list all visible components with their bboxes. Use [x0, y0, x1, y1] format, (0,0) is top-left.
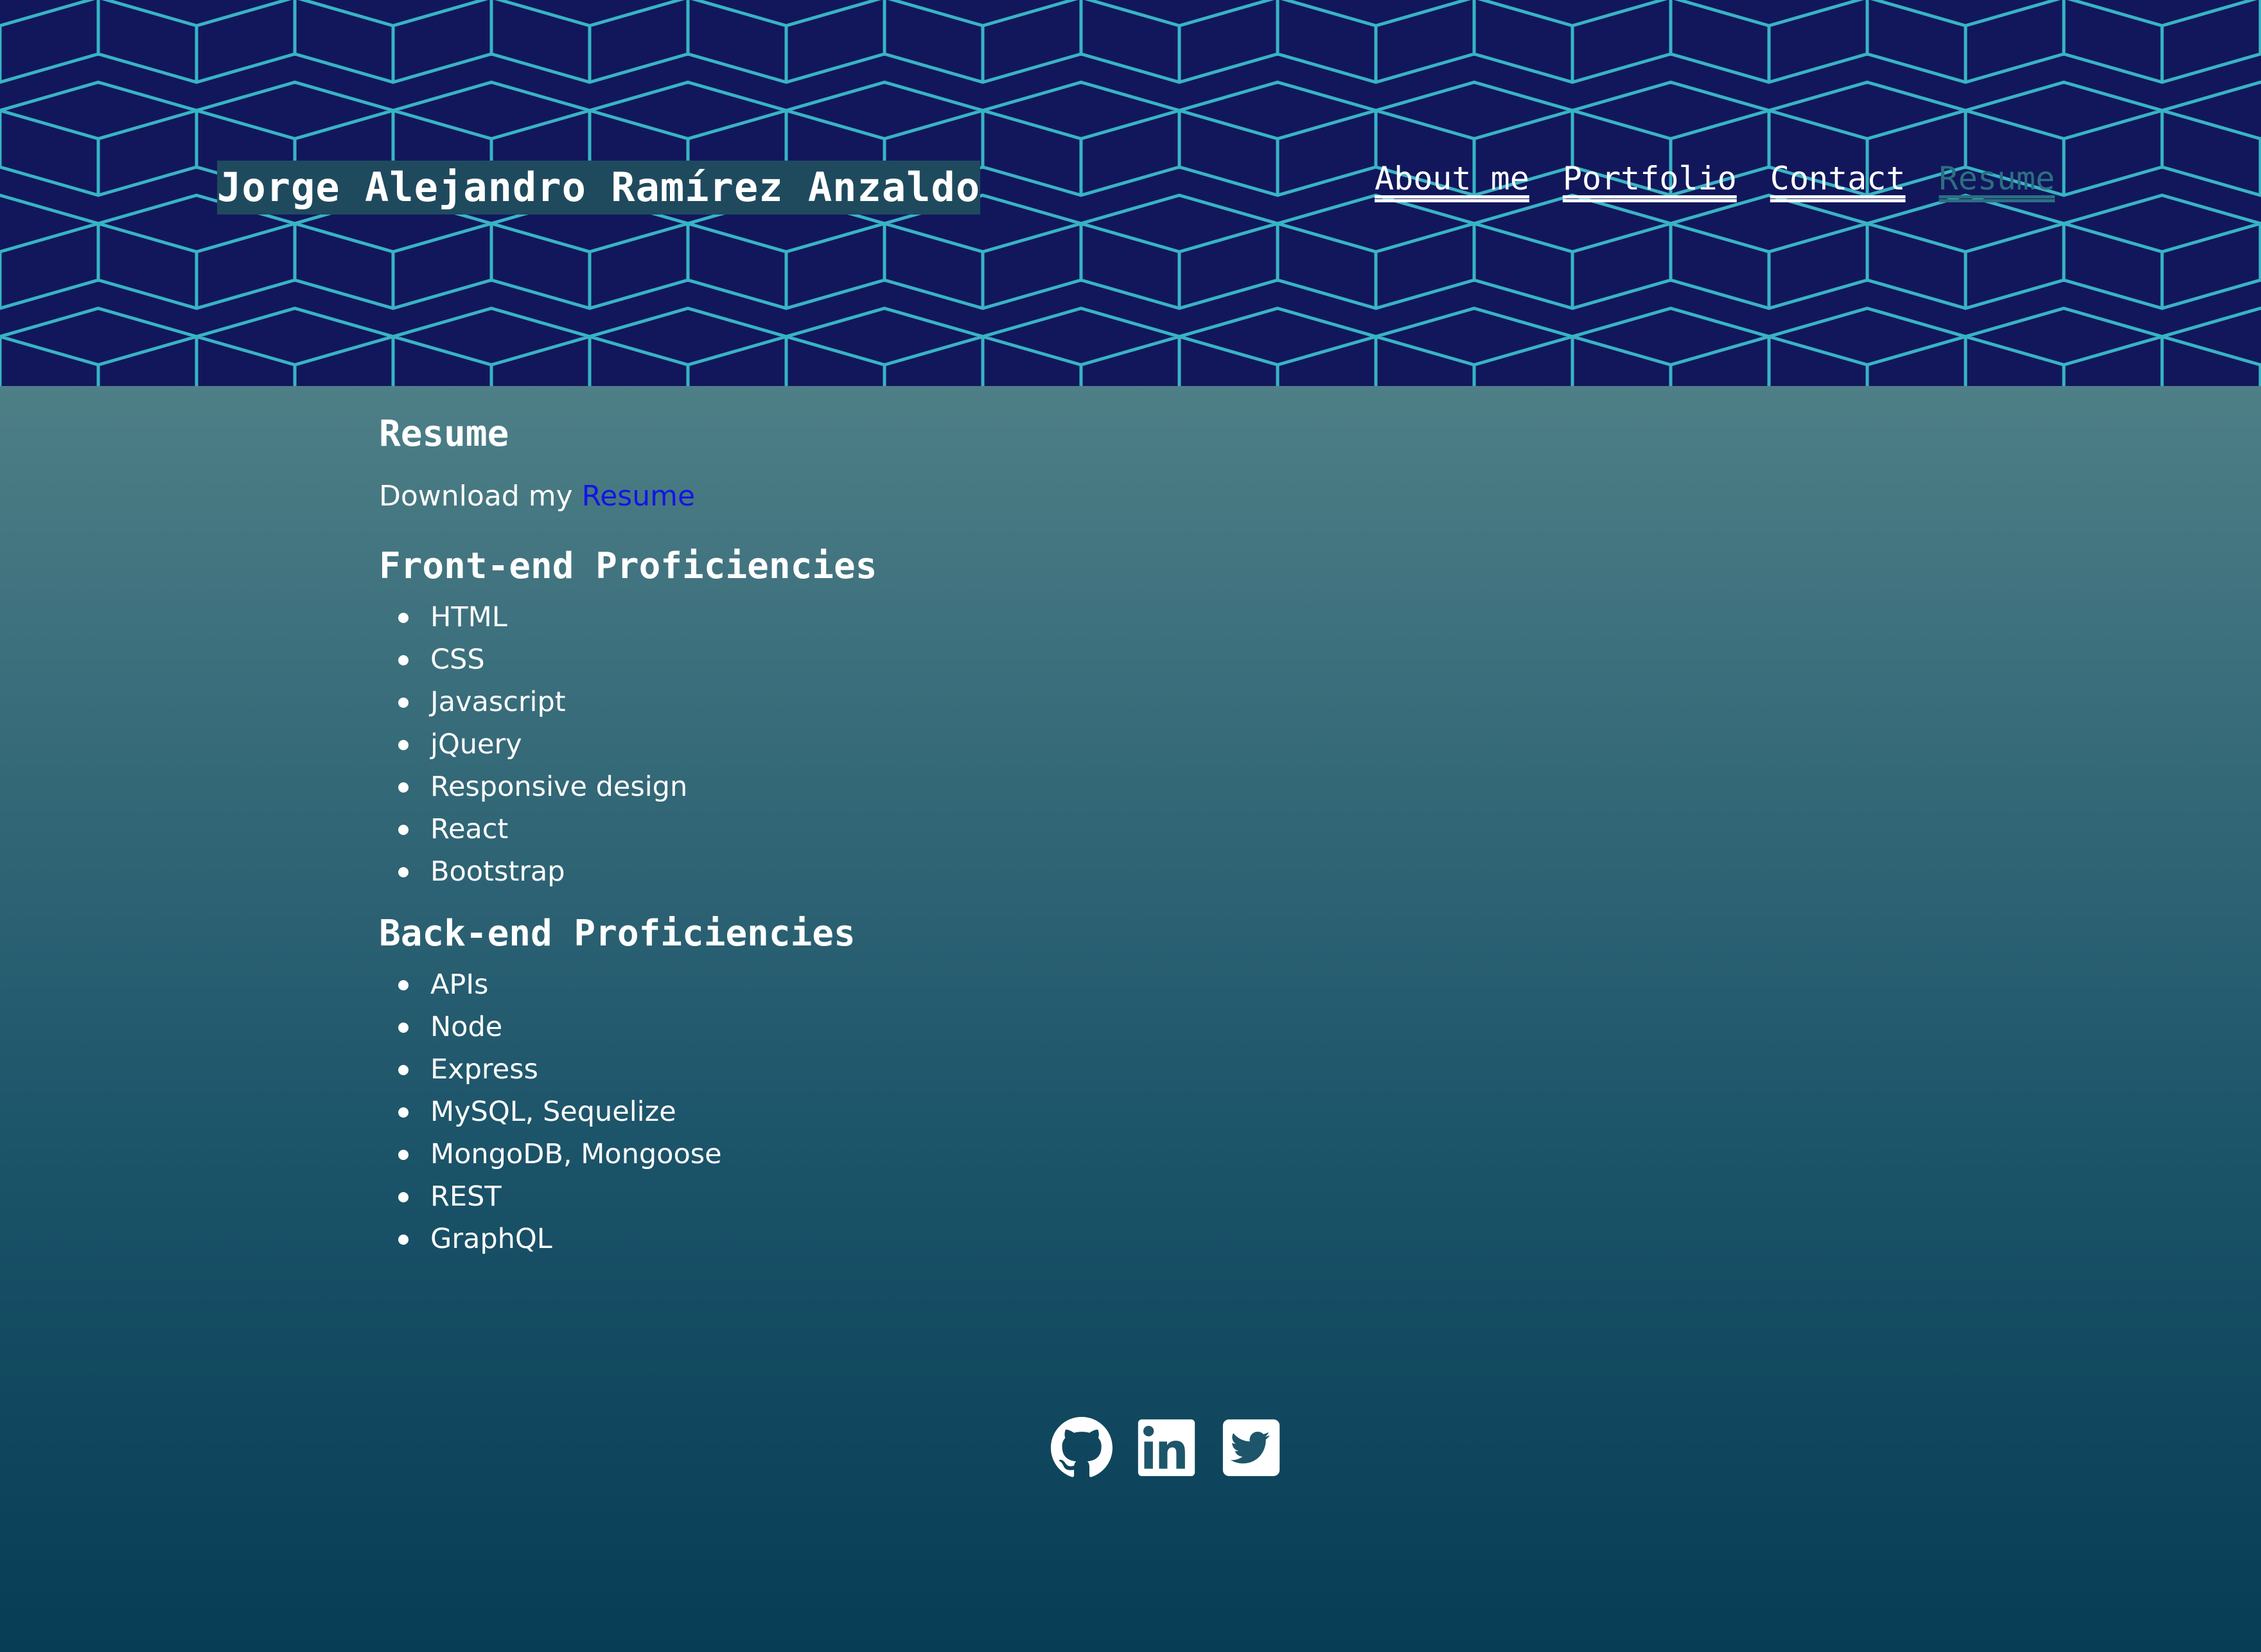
backend-list: APIs Node Express MySQL, Sequelize Mongo…: [379, 963, 1921, 1260]
nav-resume[interactable]: Resume: [1939, 156, 2055, 201]
download-prefix: Download my: [379, 480, 573, 513]
download-line: Download my Resume: [379, 474, 1921, 519]
frontend-list: HTML CSS Javascript jQuery Responsive de…: [379, 596, 1921, 893]
nav-contact[interactable]: Contact: [1770, 156, 1906, 201]
backend-heading: Back-end Proficiencies: [379, 913, 856, 954]
backend-item: MongoDB, Mongoose: [398, 1133, 1921, 1175]
backend-item: MySQL, Sequelize: [398, 1091, 1921, 1133]
frontend-item: Javascript: [398, 681, 1921, 723]
site-title: Jorge Alejandro Ramírez Anzaldo: [217, 161, 981, 215]
frontend-item: React: [398, 808, 1921, 850]
resume-heading: Resume: [379, 413, 509, 455]
frontend-item: CSS: [398, 638, 1921, 681]
backend-item: REST: [398, 1175, 1921, 1218]
hero-header: Jorge Alejandro Ramírez Anzaldo About me…: [0, 0, 2261, 386]
social-links: [1051, 1417, 1282, 1479]
twitter-icon[interactable]: [1220, 1417, 1282, 1479]
frontend-heading: Front-end Proficiencies: [379, 545, 877, 587]
backend-item: GraphQL: [398, 1218, 1921, 1260]
nav-about-me[interactable]: About me: [1375, 156, 1529, 201]
backend-item: Express: [398, 1048, 1921, 1091]
linkedin-icon[interactable]: [1136, 1417, 1197, 1479]
backend-item: APIs: [398, 963, 1921, 1006]
resume-content: Resume Download my Resume Front-end Prof…: [379, 409, 1921, 1260]
frontend-item: jQuery: [398, 723, 1921, 766]
frontend-item: Bootstrap: [398, 850, 1921, 893]
nav-portfolio[interactable]: Portfolio: [1563, 156, 1737, 201]
main-nav: About me Portfolio Contact Resume: [1375, 156, 2055, 201]
frontend-item: Responsive design: [398, 766, 1921, 808]
download-resume-link[interactable]: Resume: [582, 480, 695, 513]
backend-item: Node: [398, 1006, 1921, 1048]
github-icon[interactable]: [1051, 1417, 1113, 1479]
frontend-item: HTML: [398, 596, 1921, 638]
